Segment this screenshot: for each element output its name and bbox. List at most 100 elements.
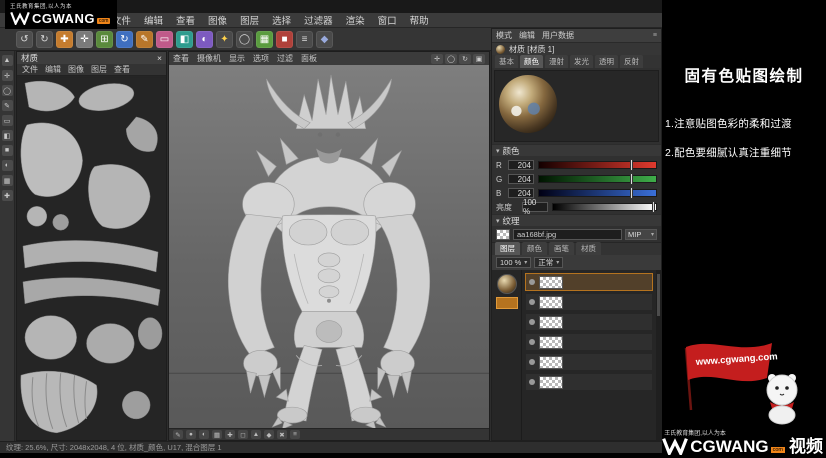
texture-filename-field[interactable]: aa168bf.jpg <box>513 229 622 240</box>
mirror-tool-icon[interactable]: ▦ <box>256 31 273 48</box>
grid-icon[interactable]: ▦ <box>212 430 222 439</box>
diamond-icon[interactable]: ◆ <box>264 430 274 439</box>
channel-value-field[interactable]: 204 <box>508 174 534 184</box>
layer-row[interactable] <box>525 313 653 331</box>
pencil-icon[interactable]: ✎ <box>173 430 183 439</box>
menu-item[interactable]: 过滤器 <box>304 13 333 27</box>
viewport-menu-item[interactable]: 选项 <box>253 53 269 64</box>
menu-item[interactable]: 图像 <box>208 13 227 27</box>
attributes-header-tab[interactable]: 模式 <box>496 30 512 41</box>
redo-icon[interactable]: ↻ <box>36 31 53 48</box>
layer-opacity-dropdown[interactable]: 100 %▾ <box>496 257 531 268</box>
mip-dropdown[interactable]: MIP▾ <box>625 229 657 240</box>
live-select-icon[interactable]: ✚ <box>56 31 73 48</box>
layers-panel-tab[interactable]: 画笔 <box>549 242 574 255</box>
layer-visibility-icon[interactable] <box>529 299 535 305</box>
channel-slider[interactable] <box>538 161 657 169</box>
viewport-menu-item[interactable]: 过滤 <box>277 53 293 64</box>
layer-visibility-icon[interactable] <box>529 279 535 285</box>
layers-panel-tab[interactable]: 材质 <box>576 242 601 255</box>
lasso-tool-icon[interactable]: ◯ <box>2 85 13 96</box>
eraser-tool-icon[interactable]: ▭ <box>2 115 13 126</box>
material-sphere-preview[interactable] <box>499 75 557 133</box>
menu-item[interactable]: 编辑 <box>144 13 163 27</box>
channel-slider[interactable] <box>538 189 657 197</box>
panel-menu-icon[interactable]: ≡ <box>653 32 657 39</box>
material-channel-tab[interactable]: 发光 <box>570 55 593 68</box>
layers-panel-tab[interactable]: 图层 <box>495 242 520 255</box>
brightness-value-field[interactable]: 100 % <box>522 202 548 212</box>
material-list-thumbnail[interactable] <box>497 274 517 294</box>
grid-tool-icon[interactable]: ▦ <box>2 175 13 186</box>
menu-item[interactable]: 图层 <box>240 13 259 27</box>
menu-item[interactable]: 渲染 <box>346 13 365 27</box>
stamp-tool-icon[interactable]: ■ <box>2 145 13 156</box>
attributes-header-tab[interactable]: 编辑 <box>519 30 535 41</box>
layer-visibility-icon[interactable] <box>529 359 535 365</box>
add-icon[interactable]: ✚ <box>225 430 235 439</box>
square-icon[interactable]: ◻ <box>238 430 248 439</box>
viewport-menu-item[interactable]: 摄像机 <box>197 53 221 64</box>
undo-icon[interactable]: ↺ <box>16 31 33 48</box>
magnify-tool-icon[interactable]: ◯ <box>236 31 253 48</box>
pan-view-icon[interactable]: ✛ <box>431 54 443 64</box>
zoom-tool-icon[interactable]: ✚ <box>2 190 13 201</box>
layers-tool-icon[interactable]: ≡ <box>296 31 313 48</box>
slider-handle-icon[interactable] <box>630 187 633 199</box>
rotate-tool-icon[interactable]: ↻ <box>116 31 133 48</box>
collapse-triangle-icon[interactable]: ▾ <box>496 217 500 225</box>
blend-mode-dropdown[interactable]: 正常▾ <box>534 257 563 268</box>
channel-slider[interactable] <box>538 175 657 183</box>
materials-menu-item[interactable]: 文件 <box>22 64 38 75</box>
triangle-icon[interactable]: ▲ <box>251 430 261 439</box>
menu-item[interactable]: 选择 <box>272 13 291 27</box>
smudge-tool-icon[interactable]: ◐ <box>2 160 13 171</box>
brightness-slider[interactable] <box>552 203 657 211</box>
materials-menu-item[interactable]: 编辑 <box>45 64 61 75</box>
brush-tool-icon[interactable]: ✎ <box>2 100 13 111</box>
menu-item[interactable]: 查看 <box>176 13 195 27</box>
maximize-view-icon[interactable]: ▣ <box>473 54 485 64</box>
layer-visibility-icon[interactable] <box>529 379 535 385</box>
slider-handle-icon[interactable] <box>630 173 633 185</box>
layer-row[interactable] <box>525 333 653 351</box>
collapse-triangle-icon[interactable]: ▾ <box>496 147 500 155</box>
move-tool-icon[interactable]: ✛ <box>2 70 13 81</box>
mask-tool-icon[interactable]: ■ <box>276 31 293 48</box>
menu-icon[interactable]: ≡ <box>290 430 300 439</box>
fill-tool-icon[interactable]: ◧ <box>2 130 13 141</box>
channel-value-field[interactable]: 204 <box>508 188 534 198</box>
viewport-3d-canvas[interactable] <box>169 65 489 428</box>
delete-icon[interactable]: ✖ <box>277 430 287 439</box>
zoom-view-icon[interactable]: ◯ <box>445 54 457 64</box>
material-channel-tab[interactable]: 透明 <box>595 55 618 68</box>
move-tool-icon[interactable]: ✛ <box>76 31 93 48</box>
material-channel-tab[interactable]: 颜色 <box>520 55 543 68</box>
gradient-tool-icon[interactable]: ◐ <box>196 31 213 48</box>
halftone-icon[interactable]: ◐ <box>199 430 209 439</box>
materials-menu-item[interactable]: 图层 <box>91 64 107 75</box>
layers-scrollbar[interactable] <box>656 270 661 440</box>
materials-menu-item[interactable]: 图像 <box>68 64 84 75</box>
layers-panel-tab[interactable]: 颜色 <box>522 242 547 255</box>
layer-visibility-icon[interactable] <box>529 319 535 325</box>
layer-row[interactable] <box>525 353 653 371</box>
select-tool-icon[interactable]: ▲ <box>2 55 13 66</box>
settings-tool-icon[interactable]: ◆ <box>316 31 333 48</box>
slider-handle-icon[interactable] <box>652 201 655 213</box>
attributes-header-tab[interactable]: 用户数据 <box>542 30 574 41</box>
layer-visibility-icon[interactable] <box>529 339 535 345</box>
dot-brush-icon[interactable]: ● <box>186 430 196 439</box>
rotate-view-icon[interactable]: ↻ <box>459 54 471 64</box>
menu-item[interactable]: 窗口 <box>378 13 397 27</box>
viewport-menu-item[interactable]: 面板 <box>301 53 317 64</box>
material-channel-tab[interactable]: 反射 <box>620 55 643 68</box>
viewport-menu-item[interactable]: 显示 <box>229 53 245 64</box>
layer-row[interactable] <box>525 293 653 311</box>
viewport-menu-item[interactable]: 查看 <box>173 53 189 64</box>
menu-item[interactable]: 帮助 <box>410 13 429 27</box>
scale-tool-icon[interactable]: ⊞ <box>96 31 113 48</box>
selected-channel-tag[interactable] <box>496 297 518 309</box>
picker-tool-icon[interactable]: ✦ <box>216 31 233 48</box>
slider-handle-icon[interactable] <box>630 159 633 171</box>
